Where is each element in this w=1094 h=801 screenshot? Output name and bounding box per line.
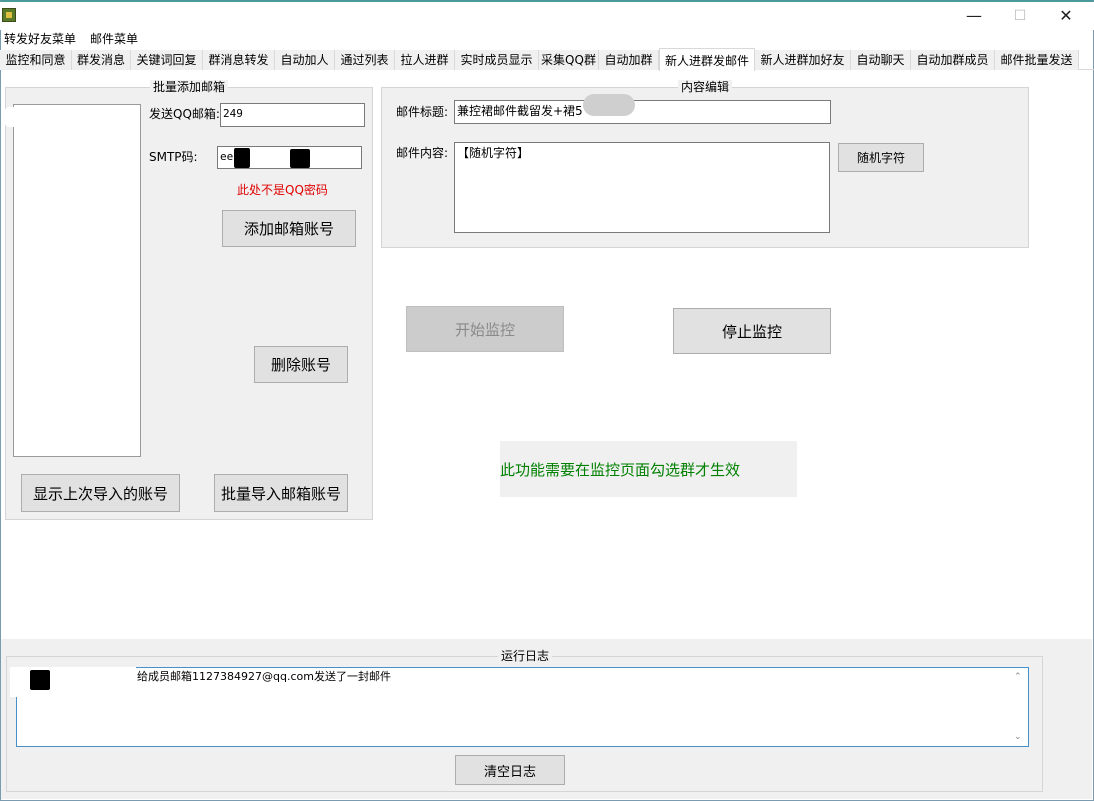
redacted-list-item <box>4 107 132 127</box>
tab-pull-into-group[interactable]: 拉人进群 <box>395 50 455 70</box>
redaction-block <box>234 148 250 168</box>
redaction-block <box>290 149 310 168</box>
qq-email-label: 发送QQ邮箱: <box>149 107 220 121</box>
close-button[interactable]: ✕ <box>1046 4 1086 28</box>
tab-keyword-reply[interactable]: 关键词回复 <box>131 50 203 70</box>
tab-auto-chat[interactable]: 自动聊天 <box>851 50 911 70</box>
tab-realtime-members[interactable]: 实时成员显示 <box>455 50 539 70</box>
log-line: 给成员邮箱1127384927@qq.com发送了一封邮件 <box>137 670 391 683</box>
email-body-label: 邮件内容: <box>396 146 449 160</box>
log-scroll-up-arrow[interactable]: ⌃ <box>1014 672 1022 682</box>
redaction-mask <box>250 148 290 168</box>
delete-account-button[interactable]: 删除账号 <box>254 346 348 383</box>
app-icon <box>2 8 16 22</box>
email-subject-input[interactable]: 兼控裙邮件截留发+裙56 <box>454 100 831 124</box>
start-monitor-button[interactable]: 开始监控 <box>406 306 564 352</box>
random-chars-button[interactable]: 随机字符 <box>838 143 924 172</box>
smtp-label: SMTP码: <box>149 150 198 164</box>
tab-group-send[interactable]: 群发消息 <box>72 50 131 70</box>
redaction-mask <box>248 106 348 124</box>
log-group-title: 运行日志 <box>498 649 553 663</box>
email-account-list[interactable] <box>13 104 141 457</box>
redaction-mask <box>10 667 136 697</box>
content-edit-group-title: 内容编辑 <box>678 80 733 94</box>
menu-email[interactable]: 邮件菜单 <box>90 30 138 48</box>
title-bar <box>0 2 1094 30</box>
tab-collect-qq-group[interactable]: 采集QQ群 <box>539 50 599 70</box>
email-subject-label: 邮件标题: <box>396 105 449 119</box>
maximize-button[interactable]: ☐ <box>1000 4 1040 28</box>
tab-group-forward[interactable]: 群消息转发 <box>203 50 275 70</box>
tab-auto-add-group-members[interactable]: 自动加群成员 <box>911 50 995 70</box>
log-scroll-down-arrow[interactable]: ⌄ <box>1014 732 1022 742</box>
email-body-textarea[interactable]: 【随机字符】 <box>454 142 830 233</box>
batch-import-email-button[interactable]: 批量导入邮箱账号 <box>214 474 348 512</box>
show-last-import-button[interactable]: 显示上次导入的账号 <box>21 474 180 512</box>
redaction-cloud <box>583 94 635 116</box>
add-email-account-button[interactable]: 添加邮箱账号 <box>222 210 356 247</box>
tab-monitor-agree[interactable]: 监控和同意 <box>0 50 72 70</box>
smtp-warning-text: 此处不是QQ密码 <box>237 183 328 197</box>
function-notice: 此功能需要在监控页面勾选群才生效 <box>500 441 797 497</box>
menu-forward-friends[interactable]: 转发好友菜单 <box>4 30 76 48</box>
log-textarea[interactable]: 给成员邮箱1127384927@qq.com发送了一封邮件 <box>16 667 1029 747</box>
batch-add-group-title: 批量添加邮箱 <box>150 80 229 94</box>
tab-auto-add[interactable]: 自动加人 <box>275 50 335 70</box>
tab-auto-join-group[interactable]: 自动加群 <box>599 50 659 70</box>
stop-monitor-button[interactable]: 停止监控 <box>673 308 831 354</box>
tab-new-member-email[interactable]: 新人进群发邮件 <box>659 48 755 71</box>
tab-new-member-add-friend[interactable]: 新人进群加好友 <box>755 50 851 70</box>
redaction-block <box>30 670 50 690</box>
tab-pass-list[interactable]: 通过列表 <box>335 50 395 70</box>
minimize-button[interactable]: — <box>954 4 994 28</box>
clear-log-button[interactable]: 清空日志 <box>455 755 565 785</box>
tab-email-batch-send[interactable]: 邮件批量发送 <box>995 50 1079 70</box>
